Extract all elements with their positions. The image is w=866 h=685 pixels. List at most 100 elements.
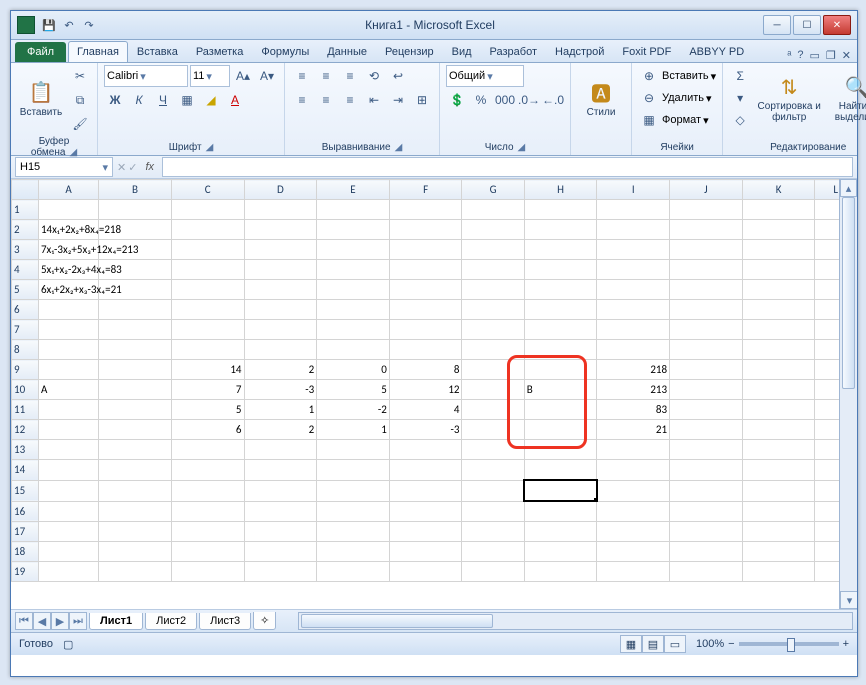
cell[interactable]: 1	[244, 400, 317, 420]
cell[interactable]	[244, 480, 317, 501]
merge-button[interactable]: ⊞	[411, 89, 433, 111]
cell[interactable]	[99, 440, 172, 460]
cell[interactable]	[462, 200, 524, 220]
format-painter-button[interactable]: 🖌	[69, 113, 91, 135]
zoom-level[interactable]: 100%	[696, 638, 724, 650]
cell[interactable]	[171, 522, 244, 542]
cell[interactable]: 14x₁+2x₂+8x₄=218	[38, 220, 98, 240]
align-top-button[interactable]: ≡	[291, 65, 313, 87]
increase-decimal-button[interactable]: .0→	[518, 89, 540, 111]
cell[interactable]: 7	[171, 380, 244, 400]
cell[interactable]: 5x₁+x₂-2x₃+4x₄=83	[38, 260, 98, 280]
cell[interactable]	[742, 200, 815, 220]
cell[interactable]	[389, 240, 462, 260]
row-header[interactable]: 14	[12, 460, 39, 481]
redo-icon[interactable]: ↷	[81, 17, 97, 33]
prev-sheet-button[interactable]: ◀	[33, 612, 51, 630]
cell[interactable]	[597, 320, 670, 340]
cut-button[interactable]: ✂	[69, 65, 91, 87]
row-header[interactable]: 1	[12, 200, 39, 220]
cell[interactable]	[99, 501, 172, 522]
find-select-button[interactable]: 🔍 Найти и выделить	[827, 65, 866, 131]
row-header[interactable]: 15	[12, 480, 39, 501]
row-header[interactable]: 2	[12, 220, 39, 240]
tab-foxit[interactable]: Foxit PDF	[613, 41, 680, 62]
cell[interactable]	[171, 240, 244, 260]
cell[interactable]	[742, 340, 815, 360]
cell[interactable]	[38, 440, 98, 460]
cell[interactable]: 2	[244, 360, 317, 380]
grow-font-button[interactable]: A▴	[232, 65, 254, 87]
cell[interactable]	[462, 320, 524, 340]
number-format-combo[interactable]: Общий▾	[446, 65, 524, 87]
chevron-down-icon[interactable]: ▾	[703, 114, 709, 127]
cell[interactable]	[670, 420, 743, 440]
cell[interactable]: 213	[597, 380, 670, 400]
col-header[interactable]: D	[244, 180, 317, 200]
decrease-decimal-button[interactable]: ←.0	[542, 89, 564, 111]
cell[interactable]	[99, 460, 172, 481]
cell[interactable]	[389, 562, 462, 582]
cell[interactable]	[317, 480, 390, 501]
cell[interactable]	[742, 522, 815, 542]
cell[interactable]	[38, 320, 98, 340]
cell[interactable]	[317, 460, 390, 481]
cell[interactable]	[597, 340, 670, 360]
row-header[interactable]: 16	[12, 501, 39, 522]
cell[interactable]: -3	[389, 420, 462, 440]
sheet-tab-1[interactable]: Лист1	[89, 613, 143, 630]
tab-developer[interactable]: Разработ	[481, 41, 546, 62]
cell[interactable]	[524, 340, 597, 360]
cell[interactable]	[462, 380, 524, 400]
align-left-button[interactable]: ≡	[291, 89, 313, 111]
cell[interactable]	[462, 501, 524, 522]
paste-button[interactable]: 📋 Вставить	[17, 65, 65, 131]
cell[interactable]	[524, 260, 597, 280]
cell[interactable]	[171, 320, 244, 340]
minimize-button[interactable]: ─	[763, 15, 791, 35]
cell[interactable]	[597, 522, 670, 542]
cell[interactable]	[99, 300, 172, 320]
cell[interactable]	[524, 200, 597, 220]
row-header[interactable]: 9	[12, 360, 39, 380]
cell[interactable]	[524, 480, 597, 501]
cell[interactable]	[462, 260, 524, 280]
cell[interactable]	[462, 460, 524, 481]
tab-layout[interactable]: Разметка	[187, 41, 253, 62]
chevron-down-icon[interactable]: ▾	[706, 92, 712, 105]
chevron-down-icon[interactable]: ▾	[485, 70, 495, 83]
page-break-button[interactable]: ▭	[664, 635, 686, 653]
cell[interactable]	[244, 220, 317, 240]
cell[interactable]	[389, 340, 462, 360]
cell[interactable]	[244, 542, 317, 562]
cell[interactable]: 1	[317, 420, 390, 440]
cell[interactable]	[524, 562, 597, 582]
cell[interactable]	[99, 360, 172, 380]
font-color-button[interactable]: A	[224, 89, 246, 111]
cell[interactable]	[317, 562, 390, 582]
italic-button[interactable]: К	[128, 89, 150, 111]
cell[interactable]	[171, 562, 244, 582]
doc-close-icon[interactable]: ✕	[842, 49, 851, 62]
cell[interactable]	[99, 480, 172, 501]
cell[interactable]: 4	[389, 400, 462, 420]
cell[interactable]	[524, 440, 597, 460]
autosum-button[interactable]: Σ	[729, 65, 751, 87]
horizontal-scrollbar[interactable]	[298, 612, 853, 630]
cell[interactable]	[742, 542, 815, 562]
cell[interactable]: 14	[171, 360, 244, 380]
cell[interactable]	[670, 380, 743, 400]
cell[interactable]	[38, 300, 98, 320]
fill-color-button[interactable]: ◢	[200, 89, 222, 111]
cell[interactable]	[742, 300, 815, 320]
cell[interactable]	[244, 460, 317, 481]
row-header[interactable]: 11	[12, 400, 39, 420]
comma-button[interactable]: 000	[494, 89, 516, 111]
cell[interactable]	[597, 260, 670, 280]
insert-cells-icon[interactable]: ⊕	[638, 65, 660, 87]
cell[interactable]	[462, 340, 524, 360]
help-icon[interactable]: ?	[797, 49, 803, 62]
cell[interactable]	[389, 320, 462, 340]
row-header[interactable]: 13	[12, 440, 39, 460]
delete-cells-icon[interactable]: ⊖	[638, 87, 660, 109]
